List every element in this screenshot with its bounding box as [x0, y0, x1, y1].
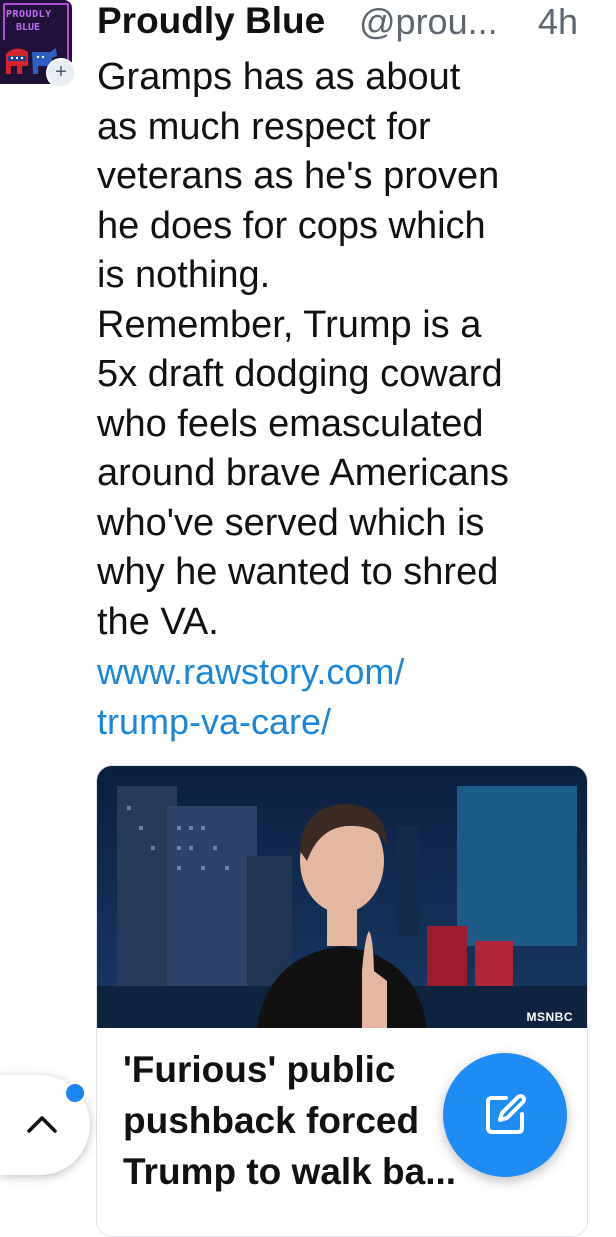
post-body: Gramps has as about as much respect for … — [97, 53, 607, 647]
display-name[interactable]: Proudly Blue — [97, 0, 325, 42]
post-header: Proudly Blue @prou... 4h — [97, 0, 597, 48]
link-preview-image[interactable] — [97, 766, 587, 1028]
post-link[interactable]: www.rawstory.com/ trump-va-care/ — [97, 647, 404, 747]
post-body-line: around brave Americans — [97, 452, 509, 494]
post-body-line: the VA. — [97, 600, 219, 643]
post-body-line: who've served which is — [97, 501, 485, 544]
post-link-line[interactable]: trump-va-care/ — [97, 697, 404, 747]
post-body-line: he does for cops which — [97, 204, 486, 247]
post-body-line: 5x draft dodging coward — [97, 353, 503, 395]
post-body-line: is nothing. — [97, 254, 271, 296]
msnbc-watermark: MSNBC — [526, 1010, 573, 1024]
avatar-text-line2: BLUE — [16, 22, 41, 33]
post-body-line: veterans as he's proven — [97, 155, 500, 197]
compose-button[interactable] — [443, 1053, 567, 1177]
post-body-line: Remember, Trump is a — [97, 303, 482, 346]
timestamp[interactable]: 4h — [538, 1, 578, 43]
chevron-up-icon — [27, 1116, 57, 1133]
avatar-text-line1: PROUDLY — [6, 9, 52, 20]
post-body-line: as much respect for — [97, 105, 431, 148]
post-link-line[interactable]: www.rawstory.com/ — [97, 647, 404, 697]
post-body-line: who feels emasculated — [97, 402, 484, 445]
follow-button[interactable]: + — [46, 58, 76, 88]
post-body-line: why he wanted to shred — [97, 551, 499, 593]
edit-icon — [486, 1094, 526, 1134]
user-handle[interactable]: @prou... — [359, 1, 498, 43]
post-body-line: Gramps has as about — [97, 56, 461, 98]
notification-dot — [64, 1082, 86, 1104]
